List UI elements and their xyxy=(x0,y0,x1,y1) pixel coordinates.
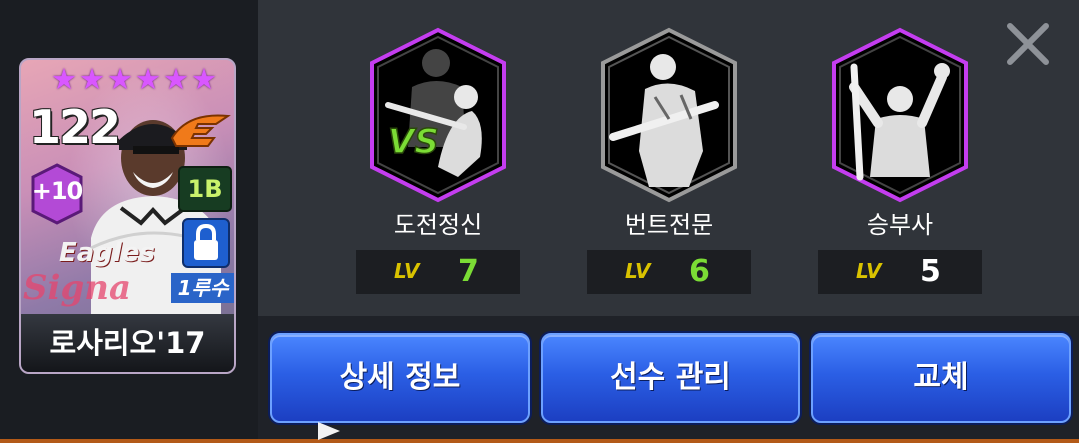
skill-name: 도전정신 xyxy=(393,211,483,239)
skill-level-box: LV 6 xyxy=(587,250,751,294)
star-icon: ★ xyxy=(163,62,189,96)
skill-level-box: LV 5 xyxy=(818,250,982,294)
skill-level-box: LV 7 xyxy=(356,250,520,294)
close-icon[interactable] xyxy=(1004,20,1052,68)
bunt-batter-icon xyxy=(601,27,737,203)
player-manage-button[interactable]: 선수 관리 xyxy=(541,333,800,423)
eagles-logo-icon xyxy=(170,114,231,147)
skill-level: 6 xyxy=(689,254,710,289)
star-rating: ★ ★ ★ ★ ★ ★ xyxy=(51,64,217,94)
skill-level: 5 xyxy=(920,254,941,289)
lv-label: LV xyxy=(856,259,882,283)
versus-batter-icon: VS xyxy=(370,27,506,203)
jersey-text: Eagles xyxy=(59,238,155,268)
svg-text:VS: VS xyxy=(388,122,439,162)
signature-text: Signa xyxy=(23,268,131,308)
star-icon: ★ xyxy=(135,62,161,96)
star-icon: ★ xyxy=(51,62,77,96)
player-name: 로사리오'17 xyxy=(21,314,234,372)
bottom-divider xyxy=(0,439,1079,443)
star-icon: ★ xyxy=(107,62,133,96)
lock-button[interactable] xyxy=(182,218,230,268)
skill-name: 승부사 xyxy=(866,211,934,239)
star-icon: ★ xyxy=(191,62,217,96)
detail-info-button[interactable]: 상세 정보 xyxy=(270,333,530,423)
celebrating-batter-icon xyxy=(832,27,968,203)
swap-button[interactable]: 교체 xyxy=(811,333,1071,423)
position-label: 1루수 xyxy=(171,273,234,303)
star-icon: ★ xyxy=(79,62,105,96)
player-card[interactable]: ★ ★ ★ ★ ★ ★ 122 +10 1B Eagles Signa 1루수 … xyxy=(19,58,236,374)
skill-level: 7 xyxy=(458,254,479,289)
lock-icon xyxy=(194,223,218,260)
skill-name: 번트전문 xyxy=(624,211,714,239)
lv-label: LV xyxy=(625,259,651,283)
overall-rating: 122 xyxy=(29,100,121,154)
play-arrow-icon xyxy=(318,422,340,440)
lv-label: LV xyxy=(394,259,420,283)
enhance-level: +10 xyxy=(31,177,84,205)
position-badge: 1B xyxy=(178,166,232,212)
